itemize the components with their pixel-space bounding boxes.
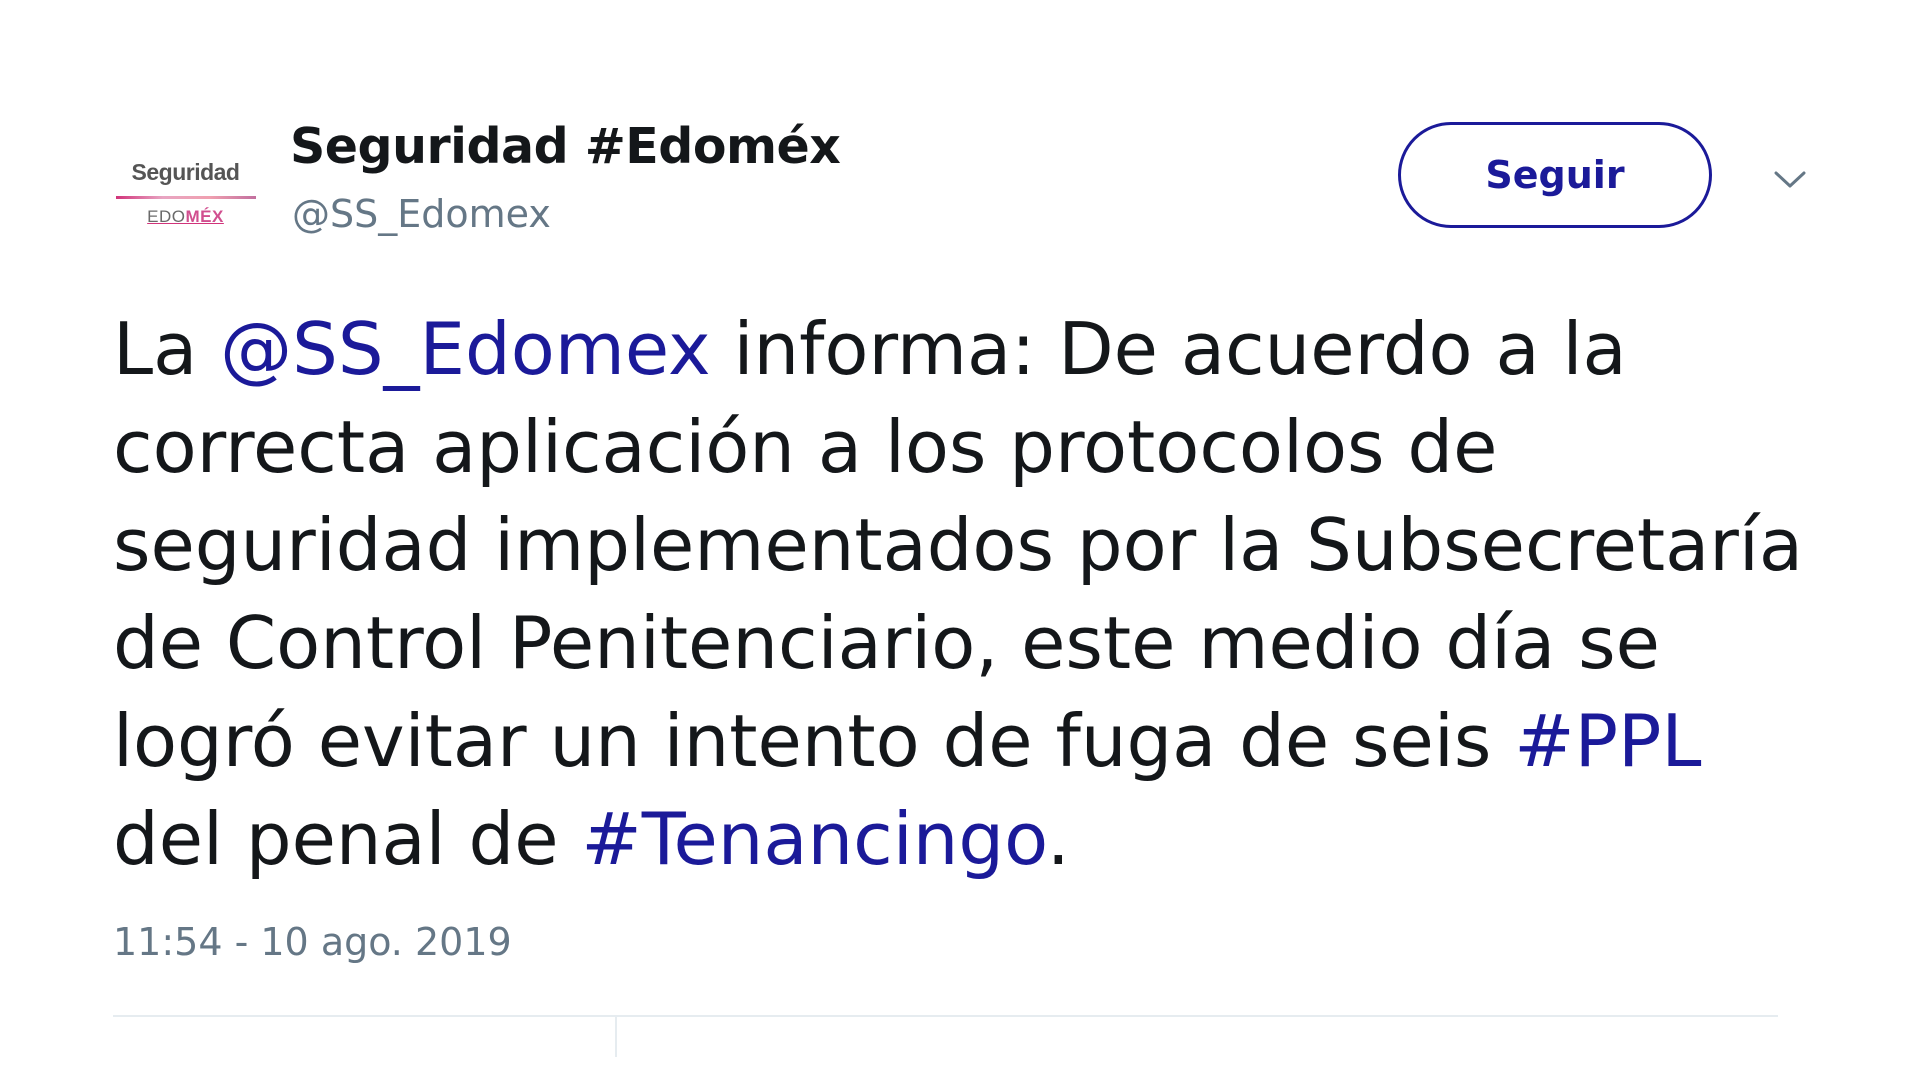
divider <box>113 1015 1778 1017</box>
avatar-logo-bottom-text: EDOMÉX <box>147 206 224 226</box>
display-name[interactable]: Seguridad #Edoméx <box>290 118 841 175</box>
avatar[interactable]: Seguridad EDOMÉX <box>113 140 258 245</box>
tweet-timestamp[interactable]: 11:54 - 10 ago. 2019 <box>113 920 512 964</box>
tweet-text-segment: La <box>113 307 221 391</box>
chevron-down-icon[interactable] <box>1770 165 1810 195</box>
hashtag-link-ppl[interactable]: #PPL <box>1514 699 1701 783</box>
avatar-logo-divider <box>115 195 256 199</box>
account-handle[interactable]: @SS_Edomex <box>292 192 551 236</box>
hashtag-link-tenancingo[interactable]: #Tenancingo <box>581 797 1046 881</box>
avatar-logo-top-text: Seguridad <box>131 158 240 185</box>
divider-vertical <box>615 1017 617 1057</box>
tweet-text: La @SS_Edomex informa: De acuerdo a la c… <box>113 300 1833 888</box>
tweet-text-segment: . <box>1046 797 1070 881</box>
follow-button[interactable]: Seguir <box>1398 122 1712 228</box>
tweet-card: Seguridad EDOMÉX Seguridad #Edoméx @SS_E… <box>0 0 1920 1080</box>
mention-link[interactable]: @SS_Edomex <box>220 307 710 391</box>
